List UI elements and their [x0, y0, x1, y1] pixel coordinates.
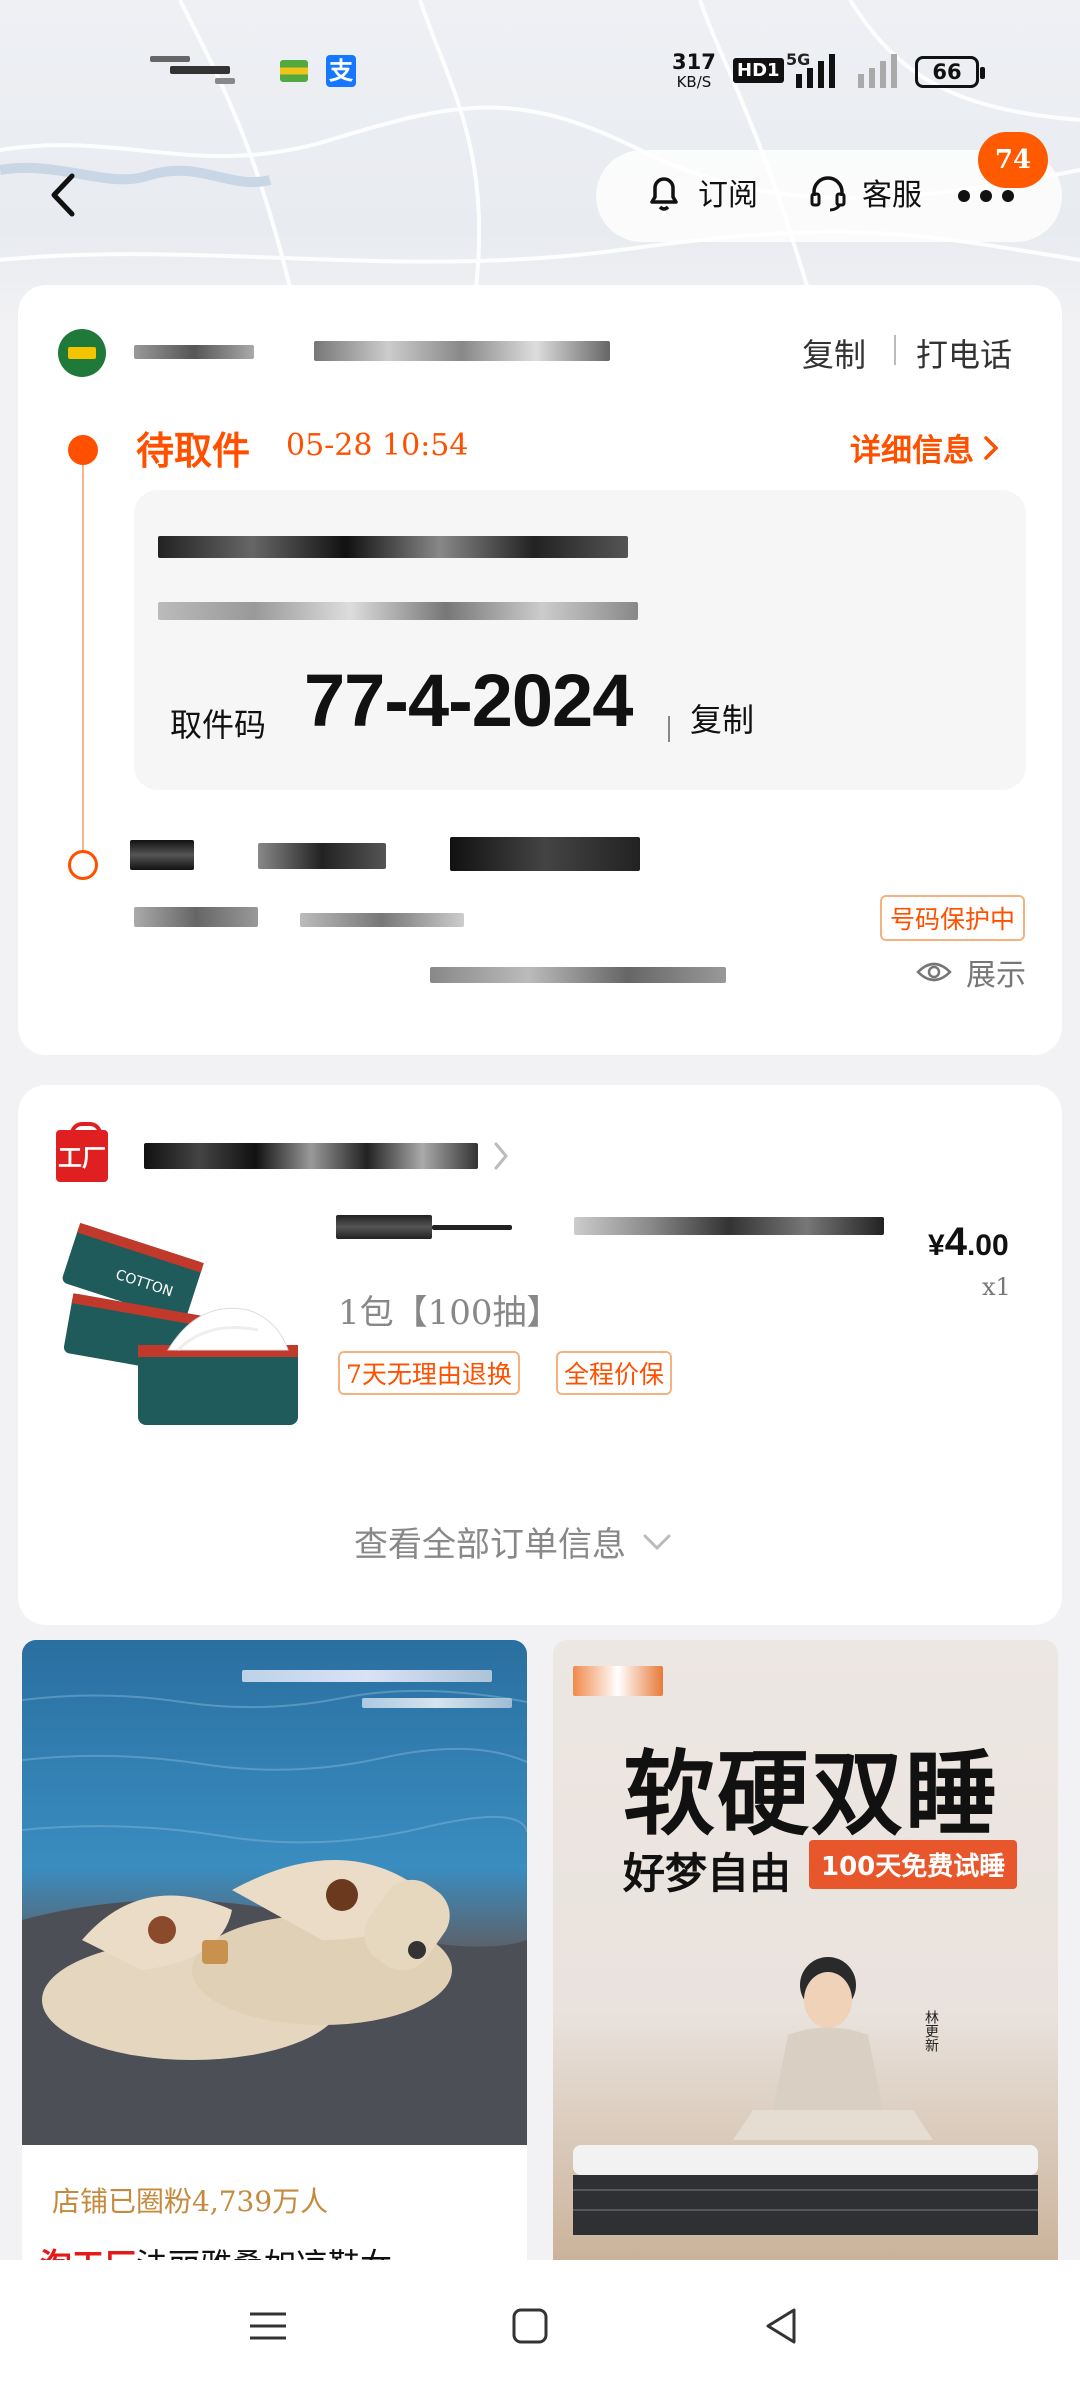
service-label: 客服 — [862, 178, 922, 213]
privacy-badge: 号码保护中 — [880, 895, 1026, 941]
feed-card-mattress[interactable]: 软硬双睡 好梦自由 100天免费试睡 林更新 — [553, 1640, 1058, 2260]
battery-icon: 66 — [915, 56, 985, 88]
redacted-address — [430, 967, 726, 983]
redacted-courier-name — [134, 345, 254, 359]
pickup-code-label: 取件码 — [170, 706, 267, 744]
copy-pickup-code-button[interactable]: 复制 — [690, 695, 754, 741]
redacted-watermark — [242, 1670, 492, 1682]
product-price: ¥4.00 — [928, 1220, 1009, 1264]
divider — [668, 716, 670, 742]
detail-info-label: 详细信息 — [850, 433, 974, 469]
redacted-tracking-number — [314, 341, 610, 361]
bell-icon — [650, 177, 678, 211]
redacted-product-title[interactable] — [574, 1217, 884, 1235]
more-icon[interactable] — [958, 190, 1014, 202]
alipay-icon: 支 — [326, 55, 356, 87]
pickup-info-box: 取件码 77-4-2024 复制 — [134, 490, 1026, 790]
headset-icon — [810, 176, 846, 212]
redacted-watermark — [362, 1698, 512, 1708]
back-icon[interactable] — [44, 170, 84, 220]
timeline-line — [82, 465, 84, 865]
redacted-recipient — [450, 837, 640, 871]
pickup-code: 77-4-2024 — [304, 659, 633, 742]
store-fans-count: 店铺已圈粉4,739万人 — [52, 2185, 329, 2218]
status-bar: 支 317 KB/S HD1 5G 66 — [0, 0, 1080, 120]
hd-voice-icon: HD1 — [733, 58, 784, 83]
redacted-recipient — [130, 840, 194, 870]
network-speed: 317 KB/S — [672, 50, 716, 92]
redacted-product-title[interactable] — [336, 1215, 432, 1239]
timeline-dot — [68, 850, 98, 880]
home-icon[interactable] — [508, 2304, 552, 2348]
product-spec: 1包【100抽】 — [338, 1293, 561, 1333]
mattress-illustration — [573, 1957, 1038, 2235]
return-policy-tag: 7天无理由退换 — [338, 1351, 520, 1395]
subscribe-button[interactable]: 订阅 — [642, 170, 758, 214]
view-all-order-info[interactable]: 查看全部订单信息 — [354, 1517, 672, 1566]
redacted-store-name[interactable] — [144, 1143, 478, 1169]
redacted-notification — [150, 56, 190, 62]
store-icon: 工厂 — [56, 1122, 108, 1182]
product-quantity: x1 — [982, 1273, 1011, 1301]
show-label: 展示 — [966, 958, 1026, 993]
menu-icon[interactable] — [246, 2304, 290, 2348]
show-button[interactable]: 展示 — [916, 950, 1026, 994]
price-protection-tag: 全程价保 — [556, 1351, 673, 1395]
copy-tracking-button[interactable]: 复制 — [802, 330, 866, 376]
redacted-recipient — [258, 843, 386, 869]
eye-icon — [916, 962, 952, 982]
chevron-down-icon — [643, 1534, 671, 1550]
system-nav-bar — [0, 2260, 1080, 2400]
customer-service-button[interactable]: 客服 — [806, 170, 922, 214]
view-all-label: 查看全部订单信息 — [354, 1525, 626, 1565]
signal-icon-secondary — [858, 54, 897, 88]
feed-product-title: 淘工厂法丽雅桑如凉鞋女 — [40, 2240, 392, 2260]
redacted-station-name — [158, 536, 628, 558]
back-nav-icon[interactable] — [760, 2304, 804, 2348]
delivery-card: 复制 打电话 待取件 05-28 10:54 详细信息 取件码 77-4-202… — [18, 285, 1062, 1055]
call-button[interactable]: 打电话 — [916, 330, 1012, 376]
order-card: 工厂 COTTON ¥4.00 x1 1包【100抽】 7天无理由退换 全程价保 — [18, 1085, 1062, 1625]
signal-icon — [796, 54, 835, 88]
chevron-right-icon[interactable] — [492, 1140, 510, 1172]
courier-logo — [58, 329, 106, 377]
delivery-status: 待取件 — [136, 428, 251, 473]
redacted-address — [134, 907, 258, 927]
subscribe-label: 订阅 — [698, 178, 758, 213]
status-time: 05-28 10:54 — [286, 428, 469, 463]
product-image-sandals — [22, 1640, 527, 2145]
redacted-product-title[interactable] — [432, 1225, 512, 1230]
notification-badge: 74 — [978, 132, 1048, 188]
redacted-notification — [170, 66, 230, 74]
redacted-address — [300, 913, 464, 927]
feed-card-sandals[interactable]: 店铺已圈粉4,739万人 淘工厂法丽雅桑如凉鞋女 — [22, 1640, 527, 2260]
timeline-dot-active — [68, 435, 98, 465]
redacted-notification — [215, 78, 235, 84]
redacted-station-address — [158, 602, 638, 620]
app-notification-icon — [280, 60, 308, 82]
divider — [894, 335, 896, 365]
chevron-right-icon — [984, 435, 999, 460]
detail-info-link[interactable]: 详细信息 — [850, 425, 1000, 470]
product-image[interactable]: COTTON — [48, 1210, 318, 1470]
